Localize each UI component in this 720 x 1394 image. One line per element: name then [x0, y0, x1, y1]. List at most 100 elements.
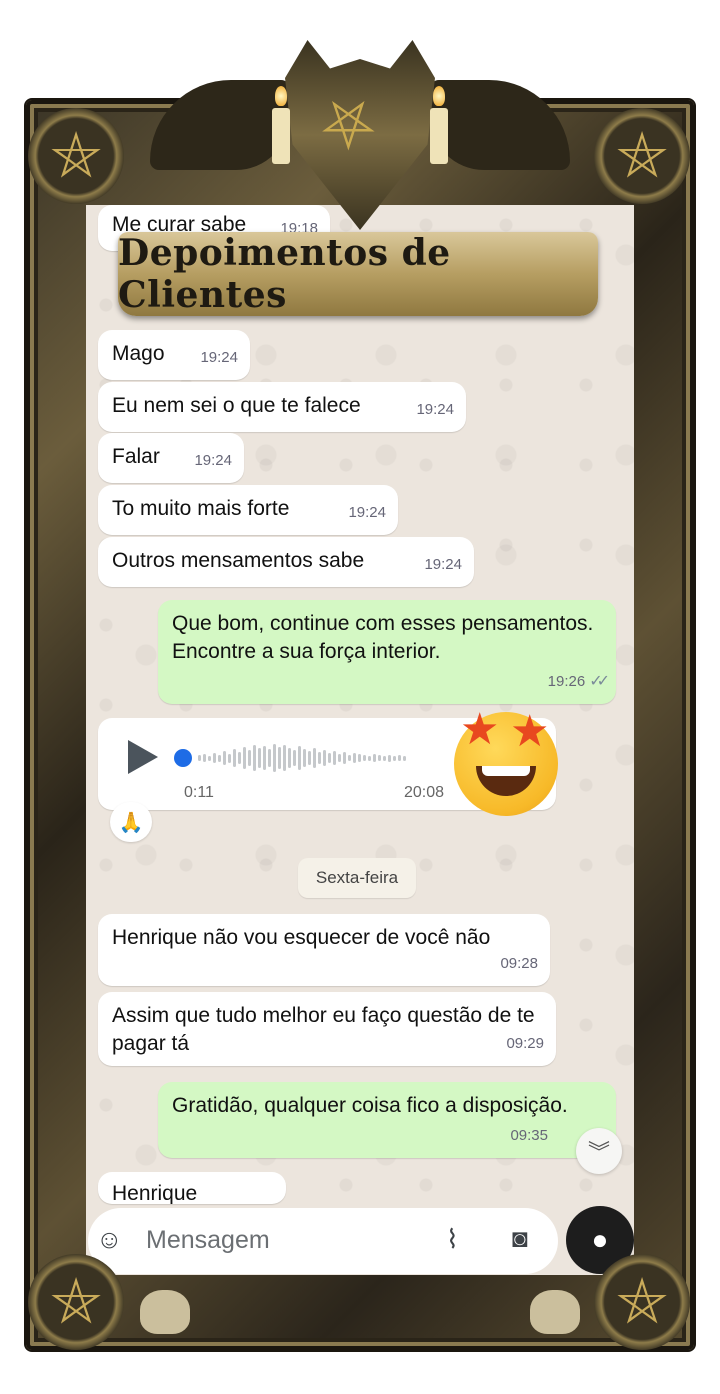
message-text: Eu nem sei o que te falece: [112, 394, 361, 417]
waveform-bar: [218, 754, 221, 762]
chevron-double-down-icon: ︾: [587, 1140, 610, 1165]
waveform-bar: [313, 748, 316, 768]
waveform-bar: [308, 751, 311, 765]
waveform-bar: [393, 755, 396, 761]
waveform-bar: [293, 750, 296, 766]
title-banner: Depoimentos de Clientes: [118, 232, 598, 316]
message-text: Gratidão, qualquer coisa fico a disposiç…: [172, 1094, 568, 1117]
message-incoming[interactable]: Falar 19:24: [98, 433, 244, 483]
star-icon: ★: [510, 707, 550, 756]
waveform-bar: [338, 754, 341, 762]
message-text: Outros mensamentos sabe: [112, 549, 365, 572]
message-incoming[interactable]: To muito mais forte 19:24: [98, 485, 398, 535]
waveform-bar: [398, 755, 401, 761]
waveform-bar: [333, 751, 336, 765]
message-time: 09:28: [500, 955, 538, 972]
message-incoming[interactable]: Henrique não vou esquecer de você não 09…: [98, 914, 550, 986]
waveform-bar: [228, 753, 231, 763]
message-text: To muito mais forte: [112, 497, 290, 520]
paperclip-icon[interactable]: ⌇: [446, 1224, 459, 1255]
message-text: Que bom, continue com esses pensamentos.…: [172, 612, 594, 663]
star-struck-emoji: ★ ★: [454, 707, 558, 816]
camera-icon[interactable]: ◙: [512, 1223, 528, 1254]
waveform-bar: [348, 755, 351, 761]
pentagram-icon: ⛤: [594, 1254, 690, 1350]
message-input[interactable]: Mensagem: [146, 1226, 270, 1255]
waveform-bar: [378, 755, 381, 761]
waveform[interactable]: [198, 740, 448, 776]
waveform-bar: [343, 752, 346, 764]
waveform-bar: [388, 754, 391, 762]
reaction-badge[interactable]: 🙏: [110, 802, 152, 842]
playback-progress-dot[interactable]: [174, 749, 192, 767]
waveform-bar: [203, 754, 206, 762]
waveform-bar: [283, 745, 286, 771]
message-time: 19:26: [547, 673, 586, 690]
voice-duration: 0:11: [184, 784, 214, 801]
message-incoming[interactable]: Eu nem sei o que te falece 19:24: [98, 382, 466, 432]
message-input-bar[interactable]: ☺ Mensagem ⌇ ◙: [88, 1208, 558, 1274]
bat-wing-left: [150, 80, 290, 170]
waveform-bar: [318, 752, 321, 764]
waveform-bar: [328, 753, 331, 763]
bat-wing-right: [430, 80, 570, 170]
waveform-bar: [208, 755, 211, 761]
waveform-bar: [373, 754, 376, 762]
candle-left: [272, 108, 290, 164]
message-outgoing[interactable]: Que bom, continue com esses pensamentos.…: [158, 600, 616, 704]
waveform-bar: [263, 746, 266, 770]
sticker-icon[interactable]: ☺: [96, 1224, 123, 1255]
scroll-to-bottom-button[interactable]: ︾: [576, 1128, 622, 1174]
waveform-bar: [198, 755, 201, 761]
flame-icon: [275, 86, 287, 106]
waveform-bar: [358, 754, 361, 762]
message-text: Henrique: [112, 1182, 198, 1204]
message-incoming[interactable]: Outros mensamentos sabe 19:24: [98, 537, 474, 587]
mic-icon: ●: [591, 1224, 609, 1255]
waveform-bar: [403, 755, 406, 761]
waveform-bar: [258, 748, 261, 768]
message-incoming[interactable]: Assim que tudo melhor eu faço questão de…: [98, 992, 556, 1066]
waveform-bar: [213, 753, 216, 763]
skull-icon: [140, 1290, 190, 1334]
waveform-bar: [353, 753, 356, 763]
message-meta: 19:26 ✓✓: [547, 668, 610, 696]
skull-icon: [530, 1290, 580, 1334]
candle-right: [430, 108, 448, 164]
emoji-mouth: [476, 766, 536, 796]
waveform-bar: [278, 747, 281, 769]
double-check-icon: ✓✓: [589, 673, 610, 690]
message-time: 19:24: [348, 504, 386, 521]
message-time: 19:24: [424, 556, 462, 573]
waveform-bar: [368, 755, 371, 761]
message-incoming[interactable]: Mago 19:24: [98, 330, 250, 380]
waveform-bar: [248, 750, 251, 766]
waveform-bar: [298, 746, 301, 770]
message-incoming[interactable]: Henrique: [98, 1172, 286, 1204]
message-outgoing[interactable]: Gratidão, qualquer coisa fico a disposiç…: [158, 1082, 616, 1158]
message-text: Falar: [112, 445, 160, 468]
message-time: 19:24: [194, 452, 232, 469]
waveform-bar: [233, 749, 236, 767]
star-icon: ★: [460, 705, 500, 754]
message-text: Assim que tudo melhor eu faço questão de…: [112, 1004, 535, 1055]
pentagram-icon: ⛤: [28, 1254, 124, 1350]
waveform-bar: [253, 745, 256, 771]
pentagram-icon: ⛤: [28, 108, 124, 204]
waveform-bar: [323, 750, 326, 766]
message-text: Henrique não vou esquecer de você não: [112, 926, 491, 949]
pentagram-icon: ⛤: [594, 108, 690, 204]
sigil-icon: ⛧: [322, 88, 375, 165]
waveform-bar: [268, 749, 271, 767]
message-text: Mago: [112, 342, 165, 365]
message-time: 19:24: [416, 401, 454, 418]
waveform-bar: [223, 751, 226, 765]
banner-title: Depoimentos de Clientes: [118, 232, 451, 316]
message-time: 19:24: [200, 349, 238, 366]
play-icon[interactable]: [128, 740, 158, 774]
waveform-bar: [273, 744, 276, 772]
date-divider: Sexta-feira: [298, 858, 416, 898]
flame-icon: [433, 86, 445, 106]
waveform-bar: [303, 749, 306, 767]
message-time: 09:35: [510, 1127, 548, 1144]
